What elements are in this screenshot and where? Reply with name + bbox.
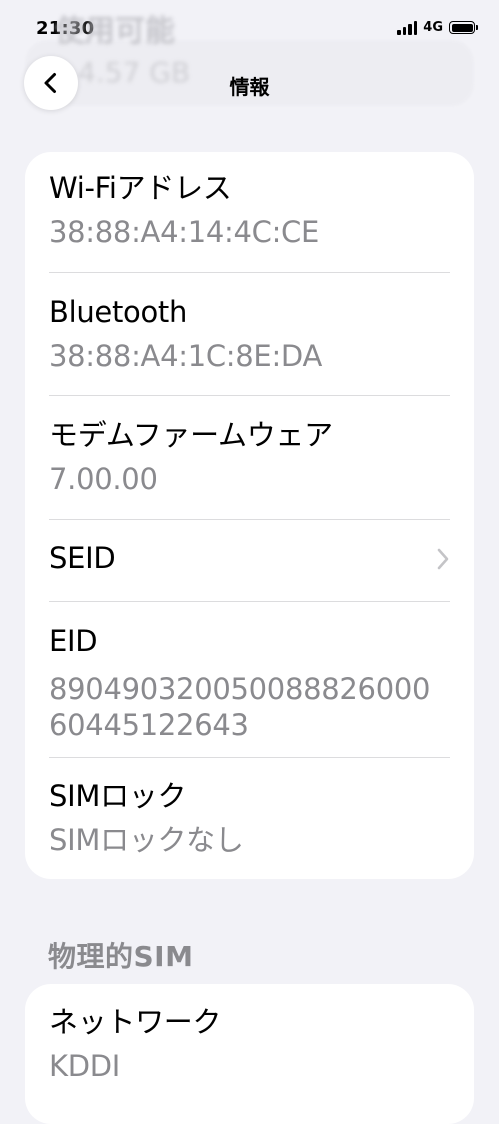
chevron-right-icon (437, 548, 449, 570)
eid-value-line-2: 60445122643 (49, 708, 249, 742)
info-row-modem-firmware: モデムファームウェア 7.00.00 (49, 417, 450, 497)
cellular-signal-icon (397, 21, 418, 35)
row-value: KDDI (49, 1049, 121, 1083)
row-value: 38:88:A4:14:4C:CE (49, 215, 320, 249)
physical-sim-card: ネットワーク KDDI (25, 984, 474, 1124)
row-separator (49, 272, 450, 273)
info-row-network: ネットワーク KDDI (49, 1004, 450, 1084)
row-separator (49, 757, 450, 758)
row-separator (49, 519, 450, 520)
battery-icon (449, 21, 478, 34)
row-value: 7.00.00 (49, 462, 158, 496)
battery-fill (451, 23, 473, 32)
info-card: Wi-Fiアドレス 38:88:A4:14:4C:CE Bluetooth 38… (25, 152, 474, 879)
page-title: 情報 (229, 75, 270, 99)
section-header-physical-sim: 物理的SIM (48, 940, 194, 973)
info-row-eid: EID 890490320050088826000 60445122643 (49, 623, 450, 743)
info-row-sim-lock: SIMロック SIMロックなし (49, 778, 450, 858)
row-label: ネットワーク (49, 1005, 222, 1039)
row-separator (49, 395, 450, 396)
row-label: Wi-Fiアドレス (49, 171, 232, 205)
row-separator (49, 601, 450, 602)
row-label: SEID (49, 541, 116, 575)
row-label: EID (49, 624, 98, 658)
row-value: SIMロックなし (49, 823, 244, 857)
status-indicators: 4G (397, 20, 478, 35)
row-value: 890490320050088826000 60445122643 (49, 671, 450, 743)
info-row-wifi-address: Wi-Fiアドレス 38:88:A4:14:4C:CE (49, 170, 450, 250)
network-type: 4G (423, 20, 443, 35)
row-label: Bluetooth (49, 295, 188, 329)
row-label: SIMロック (49, 779, 187, 813)
info-row-seid[interactable]: SEID (49, 540, 450, 576)
eid-value-line-1: 890490320050088826000 (49, 672, 431, 706)
ghost-title: 使用可能 (55, 14, 175, 49)
info-row-bluetooth: Bluetooth 38:88:A4:1C:8E:DA (49, 294, 450, 374)
row-value: 38:88:A4:1C:8E:DA (49, 339, 322, 373)
row-label: モデムファームウェア (49, 418, 333, 452)
